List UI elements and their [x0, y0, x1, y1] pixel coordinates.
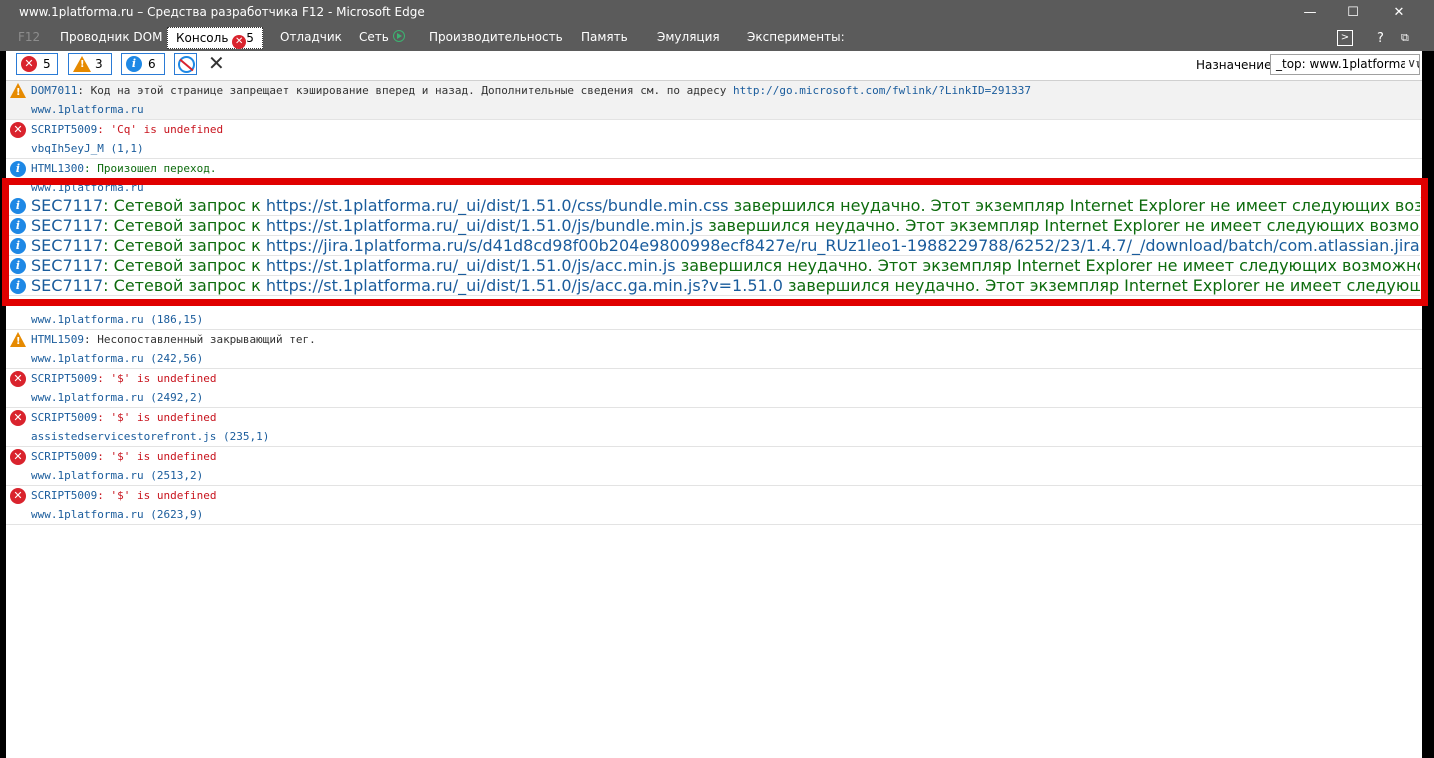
- message-source[interactable]: vbqIh5eyJ_M (1,1): [6, 139, 1422, 158]
- clear-on-navigate-button[interactable]: [174, 53, 197, 75]
- message-source[interactable]: www.1platforma.ru (2623,9): [6, 505, 1422, 524]
- message-text: Несопоставленный закрывающий тег.: [97, 333, 316, 346]
- tab-f12[interactable]: F12: [18, 30, 40, 44]
- tab-experiments[interactable]: Эксперименты:: [747, 30, 845, 44]
- info-icon: i: [10, 161, 26, 177]
- destination-value: _top: www.1platforma.ru: [1276, 57, 1420, 71]
- play-icon: [392, 30, 405, 42]
- console-message[interactable]: ✕ SCRIPT5009: '$' is undefined www.1plat…: [6, 369, 1422, 408]
- window-title: www.1platforma.ru – Средства разработчик…: [19, 5, 425, 19]
- tab-memory[interactable]: Память: [581, 30, 628, 44]
- console-message[interactable]: ! DOM7011: Код на этой странице запрещае…: [6, 81, 1422, 120]
- error-icon: ✕: [10, 449, 26, 465]
- console-output-lower[interactable]: www.1platforma.ru (186,15) ! HTML1509: Н…: [6, 310, 1422, 758]
- console-message[interactable]: www.1platforma.ru (186,15): [6, 310, 1422, 330]
- warnings-filter-button[interactable]: ! 3: [68, 53, 112, 75]
- error-icon: ✕: [10, 488, 26, 504]
- message-code: SCRIPT5009: [31, 450, 98, 463]
- tab-bar: F12 Проводник DOM Консоль ✕ 5 Отладчик Се…: [0, 25, 1434, 51]
- warnings-count: 3: [95, 57, 103, 71]
- tab-dom-explorer[interactable]: Проводник DOM: [60, 30, 162, 44]
- warning-icon: !: [73, 56, 91, 72]
- tab-console-badge: 5: [246, 31, 254, 45]
- message-code: HTML1509: [31, 333, 84, 346]
- message-text: '$' is undefined: [110, 489, 217, 502]
- message-text: Произошел переход.: [97, 162, 217, 175]
- message-source[interactable]: www.1platforma.ru (2492,2): [6, 388, 1422, 407]
- tab-console-label: Консоль: [176, 31, 229, 45]
- console-message[interactable]: ✕ SCRIPT5009: '$' is undefined www.1plat…: [6, 486, 1422, 525]
- title-bar: www.1platforma.ru – Средства разработчик…: [0, 0, 1434, 25]
- close-button[interactable]: ✕: [1376, 0, 1422, 25]
- minimize-button[interactable]: —: [1287, 0, 1333, 25]
- message-code: HTML1300: [31, 162, 84, 175]
- tab-emulation[interactable]: Эмуляция: [657, 30, 720, 44]
- destination-select[interactable]: _top: www.1platforma.ru ∨: [1270, 54, 1420, 75]
- console-message[interactable]: ✕ SCRIPT5009: '$' is undefined assisteds…: [6, 408, 1422, 447]
- console-message[interactable]: ✕ SCRIPT5009: 'Cq' is undefined vbqIh5ey…: [6, 120, 1422, 159]
- message-text: '$' is undefined: [110, 450, 217, 463]
- message-link[interactable]: http://go.microsoft.com/fwlink/?LinkID=2…: [733, 84, 1031, 97]
- errors-count: 5: [43, 57, 51, 71]
- tab-performance[interactable]: Производительность: [429, 30, 563, 44]
- error-icon: ✕: [10, 410, 26, 426]
- message-source[interactable]: www.1platforma.ru (242,56): [6, 349, 1422, 368]
- message-text: Код на этой странице запрещает кэширован…: [90, 84, 733, 97]
- highlight-box: [2, 178, 1428, 306]
- tab-network-label: Сеть: [359, 30, 389, 44]
- tab-network[interactable]: Сеть: [359, 30, 405, 44]
- error-icon: ✕: [232, 35, 247, 49]
- tab-debugger[interactable]: Отладчик: [280, 30, 342, 44]
- warning-icon: !: [10, 83, 26, 98]
- message-code: SCRIPT5009: [31, 411, 98, 424]
- error-icon: ✕: [10, 371, 26, 387]
- message-code: SCRIPT5009: [31, 489, 98, 502]
- message-code: SCRIPT5009: [31, 123, 98, 136]
- message-text: '$' is undefined: [110, 372, 217, 385]
- message-source[interactable]: assistedservicestorefront.js (235,1): [6, 427, 1422, 446]
- chevron-down-icon: ∨: [1405, 56, 1416, 70]
- tab-console[interactable]: Консоль ✕ 5: [167, 27, 263, 49]
- clear-console-icon[interactable]: ✕: [208, 51, 225, 75]
- info-icon: i: [126, 56, 142, 72]
- message-code: DOM7011: [31, 84, 78, 97]
- errors-filter-button[interactable]: ✕ 5: [16, 53, 58, 75]
- console-toolbar: ✕ 5 ! 3 i 6 ✕ Назначение _top: www.1plat…: [6, 51, 1422, 81]
- warning-icon: !: [10, 332, 26, 347]
- message-source[interactable]: www.1platforma.ru (186,15): [6, 310, 1422, 329]
- window-right-border: [1422, 0, 1434, 758]
- error-icon: ✕: [21, 56, 37, 72]
- info-count: 6: [148, 57, 156, 71]
- undock-icon[interactable]: ⧉: [1401, 31, 1409, 45]
- info-filter-button[interactable]: i 6: [121, 53, 165, 75]
- help-button[interactable]: ?: [1377, 31, 1384, 46]
- error-icon: ✕: [10, 122, 26, 138]
- message-text: '$' is undefined: [110, 411, 217, 424]
- destination-label: Назначение: [1196, 58, 1272, 72]
- console-message[interactable]: ! HTML1509: Несопоставленный закрывающий…: [6, 330, 1422, 369]
- message-source[interactable]: www.1platforma.ru: [6, 100, 1422, 119]
- message-source[interactable]: www.1platforma.ru (2513,2): [6, 466, 1422, 485]
- message-text: 'Cq' is undefined: [110, 123, 224, 136]
- message-code: SCRIPT5009: [31, 372, 98, 385]
- console-prompt-icon[interactable]: >: [1337, 30, 1353, 46]
- console-message[interactable]: ✕ SCRIPT5009: '$' is undefined www.1plat…: [6, 447, 1422, 486]
- maximize-button[interactable]: ☐: [1330, 0, 1376, 25]
